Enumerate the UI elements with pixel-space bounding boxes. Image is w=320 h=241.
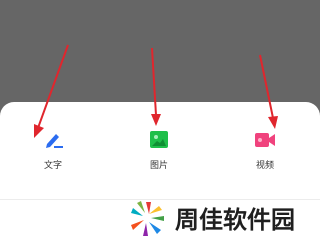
option-text-button[interactable]: 文字: [13, 129, 93, 179]
video-camera-icon: [255, 133, 275, 147]
option-image-button[interactable]: 图片: [119, 129, 199, 179]
watermark: 周佳软件园: [125, 200, 320, 241]
image-icon: [150, 131, 168, 148]
option-text-label: 文字: [43, 161, 62, 171]
screen: 文字 图片 视频 周佳软件园: [0, 0, 320, 241]
option-video-button[interactable]: 视频: [225, 129, 305, 179]
pen-icon: [46, 134, 63, 148]
option-image-label: 图片: [149, 161, 168, 171]
watermark-logo-icon: [131, 201, 164, 236]
option-video-label: 视频: [255, 161, 274, 171]
watermark-text: 周佳软件园: [175, 206, 295, 234]
